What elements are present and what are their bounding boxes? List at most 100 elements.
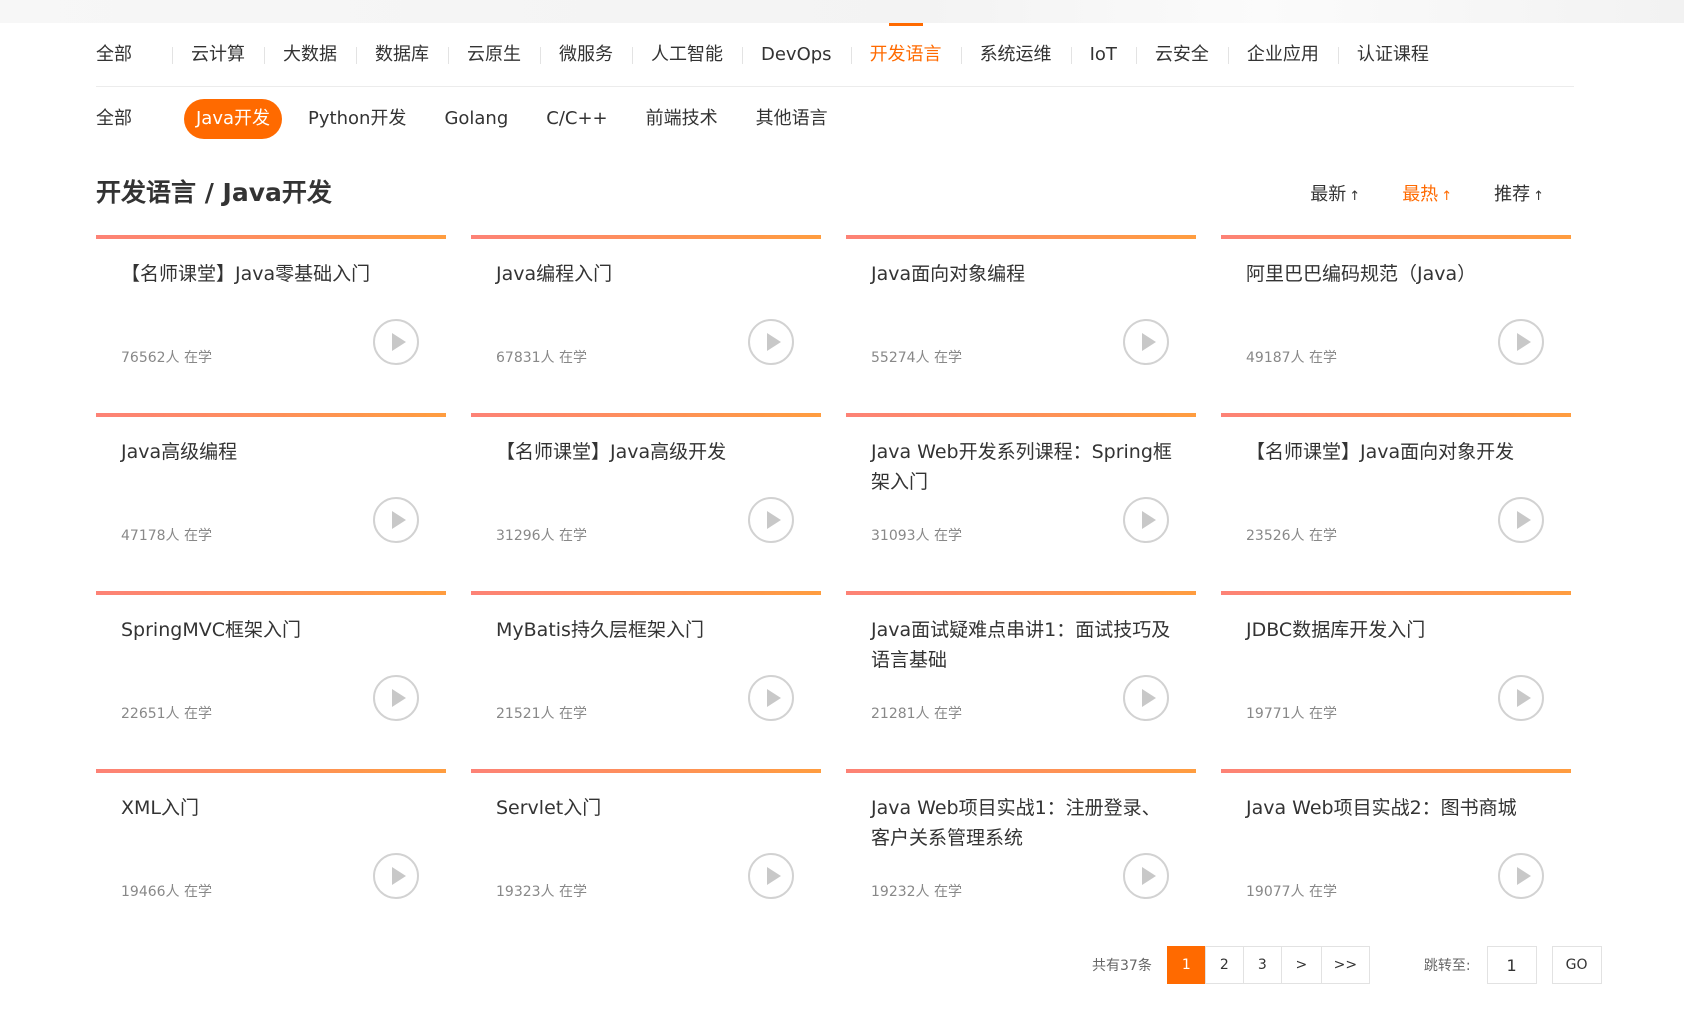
course-title[interactable]: Java高级编程 [121,437,424,467]
category-tab[interactable]: 大数据 [264,23,356,87]
course-card[interactable]: 【名师课堂】Java零基础入门 76562人 在学 [96,235,446,383]
course-card[interactable]: Java面试疑难点串讲1：面试技巧及语言基础 21281人 在学 [846,591,1196,739]
course-title[interactable]: Java面向对象编程 [871,259,1174,289]
category-tab[interactable]: 全部 [96,23,172,87]
category-tab[interactable]: 开发语言 [850,22,961,87]
course-card[interactable]: Servlet入门 19323人 在学 [471,769,821,917]
play-icon[interactable] [1498,319,1544,365]
play-icon[interactable] [1498,675,1544,721]
page-numbers: 123 [1166,946,1282,984]
course-card[interactable]: XML入门 19466人 在学 [96,769,446,917]
category-nav: 全部 云计算 大数据 数据库 云原生 微服务 人工智能 DevOps 开发语言 系统运维 IoT 云安… [96,22,1574,87]
play-icon[interactable] [748,497,794,543]
learner-count: 31093人 在学 [871,528,962,544]
sort-label: 最热 [1402,184,1439,205]
course-card[interactable]: MyBatis持久层框架入门 21521人 在学 [471,591,821,739]
learner-count: 49187人 在学 [1246,350,1337,366]
course-card[interactable]: Java Web项目实战1：注册登录、客户关系管理系统 19232人 在学 [846,769,1196,917]
course-title[interactable]: 【名师课堂】Java零基础入门 [121,259,424,289]
sort-arrow-icon: ↑ [1441,189,1453,204]
learner-count: 22651人 在学 [121,706,212,722]
learner-count: 67831人 在学 [496,350,587,366]
category-tab[interactable]: 认证课程 [1337,23,1448,87]
last-page-button[interactable]: >> [1320,946,1370,984]
sort-label: 推荐 [1494,184,1531,205]
course-title[interactable]: 阿里巴巴编码规范（Java） [1246,259,1549,289]
jump-page-input[interactable] [1486,946,1537,984]
next-page-button[interactable]: > [1280,946,1322,984]
category-tab[interactable]: 云安全 [1135,23,1228,87]
course-title[interactable]: Java Web开发系列课程：Spring框架入门 [871,437,1174,497]
learner-count: 19466人 在学 [121,884,212,900]
sort-option[interactable]: 推荐 ↑ [1494,180,1544,206]
play-icon[interactable] [373,675,419,721]
category-tab[interactable]: 云原生 [448,23,540,87]
course-card[interactable]: 【名师课堂】Java高级开发 31296人 在学 [471,413,821,561]
course-card[interactable]: JDBC数据库开发入门 19771人 在学 [1221,591,1571,739]
course-title[interactable]: Java面试疑难点串讲1：面试技巧及语言基础 [871,615,1174,675]
course-title[interactable]: Java Web项目实战1：注册登录、客户关系管理系统 [871,793,1174,853]
course-title[interactable]: Java Web项目实战2：图书商城 [1246,793,1549,823]
course-title[interactable]: MyBatis持久层框架入门 [496,615,799,645]
play-icon[interactable] [1123,853,1169,899]
learner-count: 21281人 在学 [871,706,962,722]
category-tab[interactable]: 人工智能 [632,23,742,87]
course-card[interactable]: Java Web开发系列课程：Spring框架入门 31093人 在学 [846,413,1196,561]
course-title[interactable]: Java编程入门 [496,259,799,289]
play-icon[interactable] [1123,497,1169,543]
page-number-button[interactable]: 1 [1166,946,1206,984]
play-icon[interactable] [748,319,794,365]
learner-count: 55274人 在学 [871,350,962,366]
play-icon[interactable] [1498,853,1544,899]
course-card[interactable]: Java Web项目实战2：图书商城 19077人 在学 [1221,769,1571,917]
course-title[interactable]: SpringMVC框架入门 [121,615,424,645]
sort-option[interactable]: 最热 ↑ [1402,180,1452,206]
subcategory-tab[interactable]: Java开发 [184,99,283,139]
sort-option[interactable]: 最新 ↑ [1310,180,1360,206]
go-button[interactable]: GO [1551,946,1602,984]
course-card[interactable]: 阿里巴巴编码规范（Java） 49187人 在学 [1221,235,1571,383]
learner-count: 31296人 在学 [496,528,587,544]
course-card[interactable]: 【名师课堂】Java面向对象开发 23526人 在学 [1221,413,1571,561]
page-number-button[interactable]: 3 [1242,946,1282,984]
subcategory-tab[interactable]: 全部 [96,99,144,139]
sort-options: 最新 ↑ 最热 ↑ 推荐 ↑ [1268,180,1544,206]
course-card[interactable]: Java面向对象编程 55274人 在学 [846,235,1196,383]
category-tab[interactable]: DevOps [742,23,851,87]
play-icon[interactable] [748,675,794,721]
category-tab[interactable]: 微服务 [540,23,632,87]
subcategory-tab[interactable]: 前端技术 [634,99,730,139]
course-title[interactable]: Servlet入门 [496,793,799,823]
page-number-button[interactable]: 2 [1204,946,1244,984]
subcategory-tab[interactable]: C/C++ [534,99,619,139]
play-icon[interactable] [373,853,419,899]
sort-arrow-icon: ↑ [1349,189,1361,204]
play-icon[interactable] [748,853,794,899]
course-card[interactable]: Java高级编程 47178人 在学 [96,413,446,561]
jump-label: 跳转至: [1423,958,1471,974]
subcategory-tab[interactable]: Python开发 [296,99,418,139]
sort-label: 最新 [1310,184,1347,205]
total-count: 共有37条 [1092,958,1152,974]
category-tab[interactable]: IoT [1070,23,1136,87]
course-title[interactable]: 【名师课堂】Java面向对象开发 [1246,437,1549,467]
learner-count: 47178人 在学 [121,528,212,544]
category-tab[interactable]: 系统运维 [960,23,1071,87]
category-tab[interactable]: 云计算 [172,23,264,87]
category-tab[interactable]: 数据库 [356,23,448,87]
course-title[interactable]: JDBC数据库开发入门 [1246,615,1549,645]
play-icon[interactable] [1123,675,1169,721]
course-card[interactable]: SpringMVC框架入门 22651人 在学 [96,591,446,739]
subcategory-tab[interactable]: Golang [432,99,520,139]
play-icon[interactable] [373,319,419,365]
play-icon[interactable] [1123,319,1169,365]
course-card[interactable]: Java编程入门 67831人 在学 [471,235,821,383]
course-title[interactable]: XML入门 [121,793,424,823]
play-icon[interactable] [1498,497,1544,543]
learner-count: 19771人 在学 [1246,706,1337,722]
subcategory-tab[interactable]: 其他语言 [744,99,840,139]
play-icon[interactable] [373,497,419,543]
course-grid: 【名师课堂】Java零基础入门 76562人 在学 Java编程入门 67831人 在… [96,235,1574,917]
category-tab[interactable]: 企业应用 [1227,23,1338,87]
course-title[interactable]: 【名师课堂】Java高级开发 [496,437,799,467]
